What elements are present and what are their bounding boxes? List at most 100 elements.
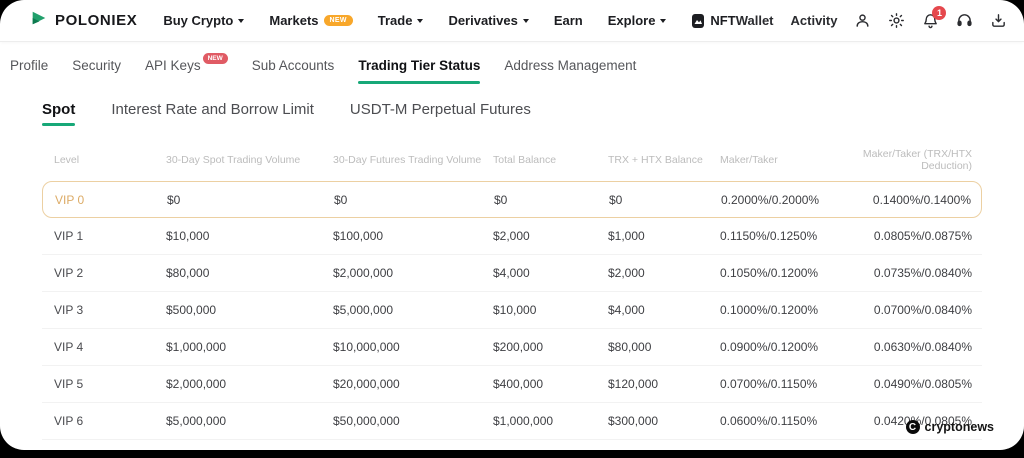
cryptonews-logo-icon: C [905,420,920,434]
nav-label: Earn [553,13,583,28]
tab-usdtm-perpetual-futures[interactable]: USDT-M Perpetual Futures [350,101,531,126]
value-cell: 0.0900%/0.1200% [720,340,819,354]
brand-name: POLONIEX [55,12,138,29]
value-cell: 0.0490%/0.0805% [873,377,972,391]
value-cell: 0.1000%/0.1200% [720,303,819,317]
value-cell: $80,000 [608,340,652,354]
nav-label: Trade [377,13,413,28]
level-cell: VIP 0 [55,192,85,207]
col-spot-volume: 30-Day Spot Trading Volume [166,154,301,166]
level-cell: VIP 6 [54,414,84,428]
col-level: Level [54,154,80,166]
table-row: VIP 5 $2,000,000 $20,000,000 $400,000 $1… [42,366,982,403]
nav-nft[interactable]: NFT [691,13,736,29]
notification-count-badge: 1 [932,6,947,20]
level-cell: VIP 4 [54,340,84,354]
notifications-bell-icon[interactable]: 1 [922,6,947,29]
nav-earn[interactable]: Earn [554,13,583,28]
value-cell: 0.1150%/0.1250% [720,229,818,243]
value-cell: $10,000,000 [333,340,400,354]
value-cell: $5,000,000 [166,414,227,428]
subnav-profile[interactable]: Profile [10,42,48,88]
cryptonews-watermark: C cryptonews [905,420,994,434]
poloniex-logo-icon [30,9,48,32]
col-futures-volume: 30-Day Futures Trading Volume [333,154,482,166]
level-cell: VIP 2 [54,266,84,280]
table-row: VIP 1 $10,000 $100,000 $2,000 $1,000 0.1… [42,218,982,255]
value-cell: 0.0735%/0.0840% [873,266,972,280]
level-cell: VIP 1 [54,229,84,243]
tab-spot[interactable]: Spot [42,101,76,126]
table-row: VIP 6 $5,000,000 $50,000,000 $1,000,000 … [42,403,982,440]
nav-label: NFT [710,13,736,28]
theme-sun-icon[interactable] [888,12,905,29]
subnav-label: Security [72,57,122,73]
value-cell: 0.0700%/0.0840% [873,303,972,317]
value-cell: $10,000 [166,229,210,243]
nav-buy-crypto[interactable]: Buy Crypto [163,13,245,28]
tab-interest-rate-borrow-limit[interactable]: Interest Rate and Borrow Limit [111,101,314,126]
value-cell: $300,000 [608,414,659,428]
subnav-trading-tier-status[interactable]: Trading Tier Status [358,42,481,88]
support-headset-icon[interactable] [956,12,973,29]
value-cell: $80,000 [166,266,210,280]
value-cell: $10,000 [493,303,537,317]
col-trx-htx-balance: TRX + HTX Balance [608,154,703,166]
subnav-api-keys[interactable]: API Keys NEW [145,42,228,88]
col-total-balance: Total Balance [493,154,557,166]
nav-label: Derivatives [448,13,518,28]
subnav-address-management[interactable]: Address Management [504,42,636,88]
chevron-down-icon [417,19,424,23]
value-cell: 0.1050%/0.1200% [720,266,819,280]
value-cell: 0.0805%/0.0875% [873,229,972,243]
subnav-label: Profile [10,57,49,73]
level-cell: VIP 3 [54,303,84,317]
nav-trade[interactable]: Trade [378,13,424,28]
subnav-sub-accounts[interactable]: Sub Accounts [252,42,335,88]
nav-label: Explore [607,13,656,28]
table-row: VIP 7 $10,000,000 $100,000,000 $8,000,00… [42,440,982,450]
trading-tier-table: Level 30-Day Spot Trading Volume 30-Day … [42,142,982,450]
wallet-link[interactable]: Wallet [736,13,774,28]
value-cell: $2,000 [493,229,530,243]
value-cell: $5,000,000 [333,303,394,317]
activity-link[interactable]: Activity [791,13,838,28]
nav-markets[interactable]: Markets NEW [269,13,353,28]
value-cell: $120,000 [608,377,659,391]
chevron-down-icon [522,19,529,23]
value-cell: 0.2000%/0.2000% [721,192,820,207]
nav-right-group: Wallet Activity 1 [736,6,1024,29]
tier-tabs: Spot Interest Rate and Borrow Limit USDT… [42,101,1024,126]
chevron-down-icon [238,19,245,23]
table-row: VIP 0 $0 $0 $0 $0 0.2000%/0.2000% 0.1400… [42,181,982,218]
value-cell: $20,000,000 [333,377,400,391]
col-maker-taker-deduction: Maker/Taker (TRX/HTX Deduction) [862,148,972,172]
download-app-icon[interactable] [990,12,1007,29]
subnav-label: Address Management [504,57,637,73]
nav-explore[interactable]: Explore [608,13,667,28]
poloniex-logo[interactable]: POLONIEX [30,9,137,32]
value-cell: $50,000,000 [333,414,400,428]
value-cell: $2,000,000 [333,266,394,280]
nav-label: Buy Crypto [163,13,234,28]
new-badge: NEW [323,15,353,26]
subnav-security[interactable]: Security [72,42,121,88]
value-cell: $400,000 [493,377,544,391]
value-cell: $2,000 [608,266,645,280]
value-cell: $0 [334,192,348,207]
new-badge: NEW [202,52,228,64]
value-cell: 0.0630%/0.0840% [873,340,972,354]
subnav-label: API Keys [145,57,201,73]
value-cell: $1,000,000 [493,414,554,428]
user-icon[interactable] [854,12,871,29]
cryptonews-label: cryptonews [924,420,994,434]
value-cell: $0 [167,192,181,207]
table-header-row: Level 30-Day Spot Trading Volume 30-Day … [42,142,982,181]
subnav-label: Sub Accounts [251,57,335,73]
nft-icon [691,13,705,29]
value-cell: $0 [494,192,508,207]
col-maker-taker: Maker/Taker [720,154,778,166]
nav-derivatives[interactable]: Derivatives [448,13,529,28]
table-body: VIP 0 $0 $0 $0 $0 0.2000%/0.2000% 0.1400… [42,181,982,450]
value-cell: $1,000 [608,229,645,243]
